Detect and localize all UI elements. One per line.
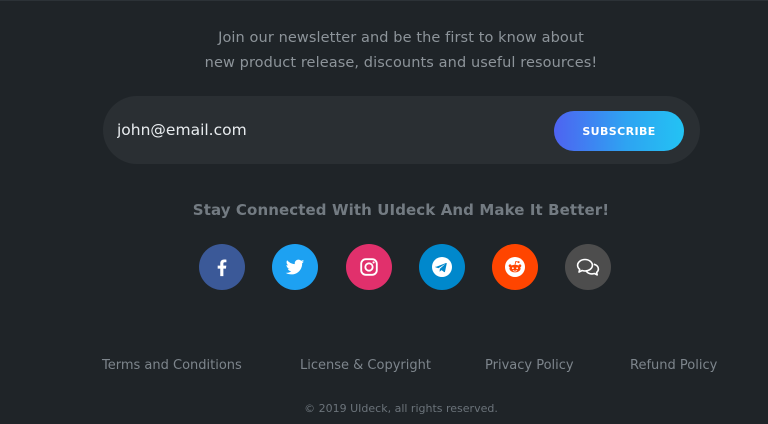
twitter-button[interactable] (272, 244, 318, 290)
footer-link-refund[interactable]: Refund Policy (630, 358, 717, 373)
subscribe-button[interactable]: SUBSCRIBE (554, 111, 684, 151)
telegram-button[interactable] (419, 244, 465, 290)
instagram-button[interactable] (346, 244, 392, 290)
chat-button[interactable] (565, 244, 611, 290)
newsletter-intro-line-1: Join our newsletter and be the first to … (218, 30, 584, 46)
instagram-icon (358, 256, 380, 278)
footer-link-license[interactable]: License & Copyright (300, 358, 431, 373)
telegram-icon (430, 255, 454, 279)
newsletter-intro-line-2: new product release, discounts and usefu… (204, 55, 598, 71)
footer-link-terms[interactable]: Terms and Conditions (102, 358, 242, 373)
facebook-button[interactable] (199, 244, 245, 290)
connect-title: Stay Connected With UIdeck And Make It B… (192, 201, 610, 219)
facebook-icon (211, 256, 233, 278)
reddit-icon (503, 255, 527, 279)
footer-link-privacy[interactable]: Privacy Policy (485, 358, 574, 373)
reddit-button[interactable] (492, 244, 538, 290)
top-divider (0, 0, 768, 1)
twitter-icon (284, 256, 306, 278)
newsletter-intro: Join our newsletter and be the first to … (0, 26, 768, 76)
chat-icon (575, 255, 601, 279)
newsletter-form: SUBSCRIBE (103, 96, 700, 164)
copyright-text: © 2019 UIdeck, all rights reserved. (304, 402, 498, 415)
email-input[interactable] (117, 112, 537, 148)
